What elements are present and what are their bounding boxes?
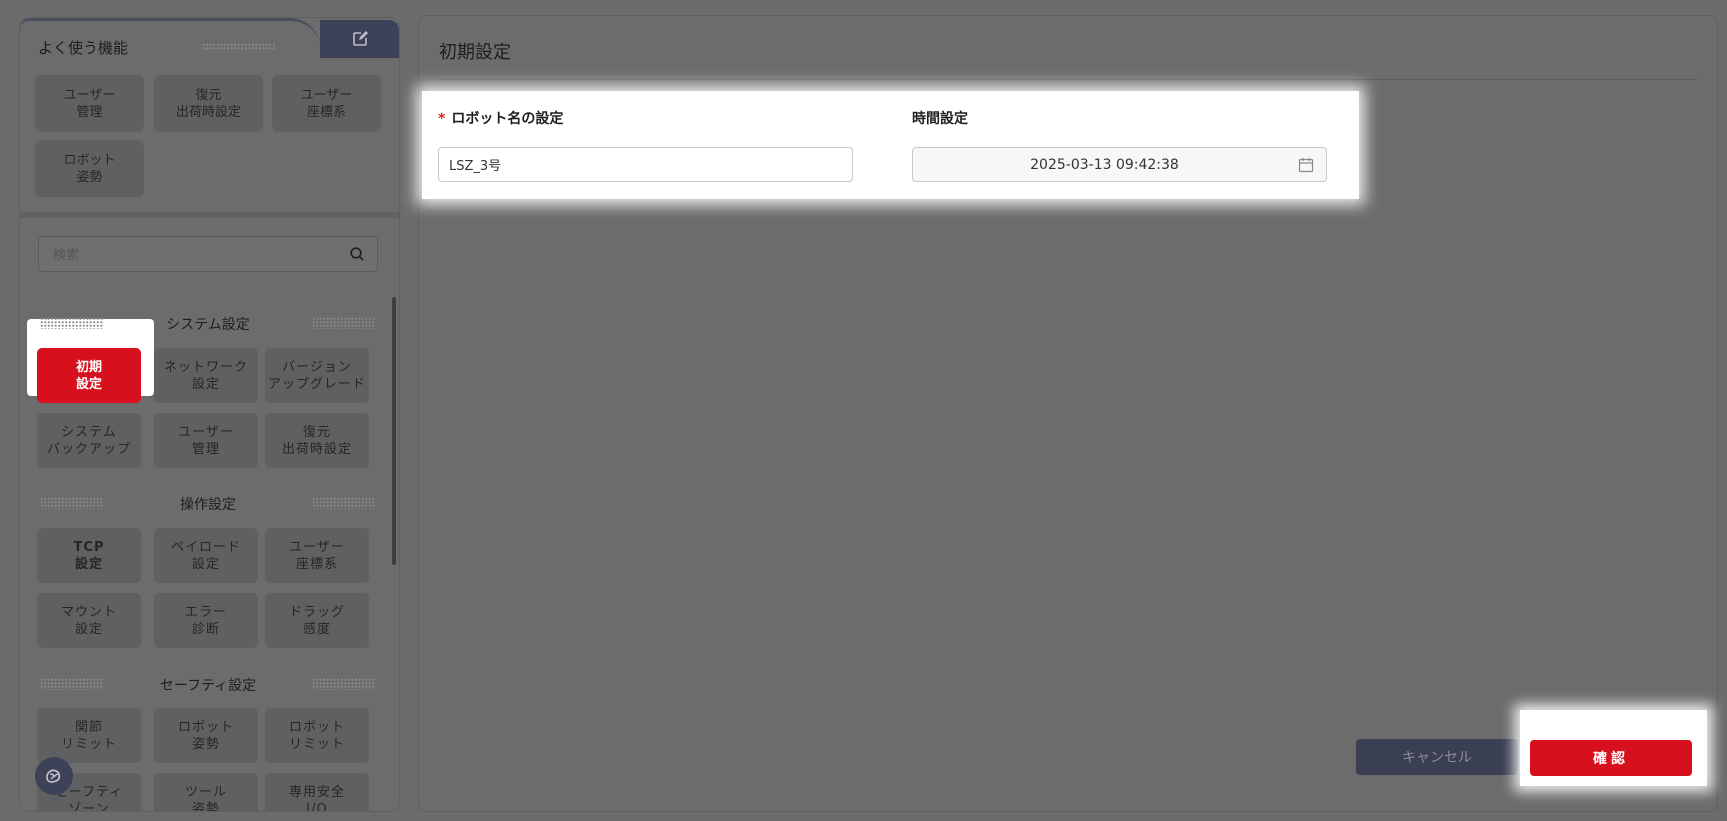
robot-name-label: * ロボット名の設定: [438, 108, 563, 128]
favorites-header: よく使う機能: [20, 18, 399, 61]
settings-item[interactable]: ユーザー 座標系: [265, 528, 369, 583]
settings-item[interactable]: ロボット 姿勢: [154, 708, 258, 763]
category-list: システム設定 初期 設定 ネットワーク 設定 バージョン アップグレード システ…: [20, 280, 399, 811]
settings-item[interactable]: 関節 リミット: [37, 708, 141, 763]
decorative-dots: [312, 497, 376, 509]
search-input[interactable]: [51, 237, 345, 273]
favorite-tile[interactable]: ロボット 姿勢: [35, 140, 144, 197]
favorite-tile[interactable]: ユーザー 座標系: [272, 75, 381, 132]
edit-favorites-button[interactable]: [320, 20, 399, 58]
settings-item[interactable]: 復元 出荷時設定: [265, 413, 369, 468]
settings-item[interactable]: ペイロード 設定: [154, 528, 258, 583]
settings-item[interactable]: 専用安全 I/O: [265, 773, 369, 811]
settings-item[interactable]: ツール 姿勢: [154, 773, 258, 811]
search-icon[interactable]: [349, 246, 365, 262]
section-divider: [20, 212, 399, 218]
settings-item[interactable]: ユーザー 管理: [154, 413, 258, 468]
initial-settings-form: * ロボット名の設定 時間設定 2025-03-13 09:42:38: [422, 91, 1359, 199]
search-box: [38, 236, 378, 273]
settings-item-initial-settings[interactable]: 初期 設定: [37, 348, 141, 403]
settings-item[interactable]: バージョン アップグレード: [265, 348, 369, 403]
datetime-value: 2025-03-13 09:42:38: [1030, 157, 1179, 173]
category-header: システム設定: [38, 313, 378, 333]
robot-name-label-text: ロボット名の設定: [451, 111, 564, 127]
title-divider: [439, 79, 1697, 80]
settings-item[interactable]: マウント 設定: [37, 593, 141, 648]
required-mark: *: [438, 111, 446, 127]
settings-item[interactable]: エラー 診断: [154, 593, 258, 648]
edit-icon: [352, 31, 368, 46]
assistant-icon: [46, 769, 61, 783]
favorites-tab: よく使う機能: [20, 18, 320, 61]
favorite-tile[interactable]: ユーザー 管理: [35, 75, 144, 132]
sidebar: よく使う機能 ユーザー 管理 復元 出荷時設定 ユーザー 座標系 ロボット 姿勢…: [19, 17, 400, 812]
robot-name-input[interactable]: [438, 147, 853, 182]
settings-item[interactable]: システム バックアップ: [37, 413, 141, 468]
time-setting-label: 時間設定: [912, 111, 968, 127]
settings-item[interactable]: TCP 設定: [37, 528, 141, 583]
assistant-button[interactable]: [35, 757, 73, 795]
settings-item[interactable]: ネットワーク 設定: [154, 348, 258, 403]
datetime-picker[interactable]: 2025-03-13 09:42:38: [912, 147, 1327, 182]
cancel-button[interactable]: キャンセル: [1356, 739, 1518, 775]
settings-item[interactable]: ドラッグ 感度: [265, 593, 369, 648]
favorite-tile[interactable]: 復元 出荷時設定: [154, 75, 263, 132]
decorative-dots: [312, 678, 376, 690]
scrollbar[interactable]: [392, 297, 396, 565]
page-title: 初期設定: [439, 42, 511, 63]
category-header: 操作設定: [38, 493, 378, 513]
decorative-dots: [312, 317, 376, 329]
settings-item[interactable]: ロボット リミット: [265, 708, 369, 763]
calendar-icon: [1298, 158, 1314, 173]
category-header: セーフティ設定: [38, 674, 378, 694]
decorative-dots: [202, 43, 276, 51]
favorites-title: よく使う機能: [38, 39, 129, 57]
confirm-button[interactable]: 確認: [1530, 740, 1692, 776]
